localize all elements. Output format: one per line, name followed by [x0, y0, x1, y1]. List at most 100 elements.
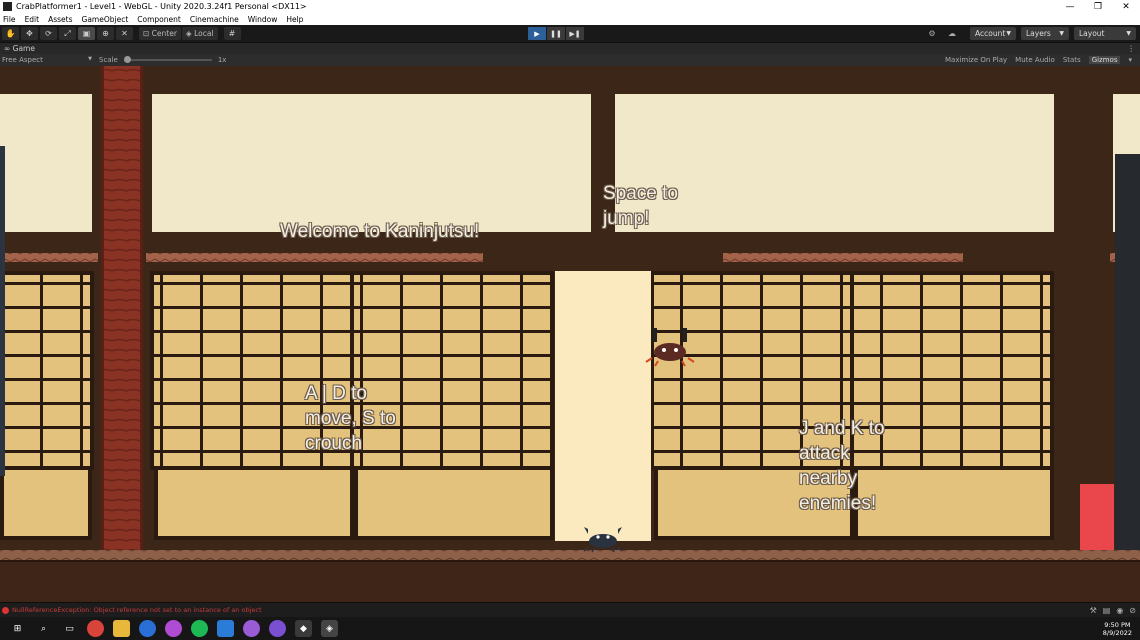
unity-logo-icon	[3, 2, 12, 11]
close-button[interactable]: ✕	[1112, 2, 1140, 12]
account-dropdown[interactable]: Account ▼	[970, 27, 1016, 40]
window-titlebar: CrabPlatformer1 - Level1 - WebGL - Unity…	[0, 0, 1140, 13]
console-status-bar: NullReferenceException: Object reference…	[0, 602, 1140, 617]
welcome-text: Welcome to Kaninjutsu!	[280, 221, 480, 242]
maximize-button[interactable]: ❐	[1084, 2, 1112, 12]
search-icon[interactable]: ⌕	[35, 620, 52, 637]
slider-knob[interactable]	[123, 56, 131, 63]
console-error-message[interactable]: NullReferenceException: Object reference…	[12, 606, 262, 614]
chevron-down-icon: ▼	[1126, 30, 1131, 37]
windows-start-icon[interactable]: ⊞	[9, 620, 26, 637]
pause-button-icon[interactable]: ❚❚	[547, 27, 565, 40]
menu-gameobject[interactable]: GameObject	[82, 15, 129, 24]
rotate-tool-icon[interactable]: ⟳	[40, 27, 57, 40]
floor-base	[0, 560, 1140, 602]
window-controls: — ❐ ✕	[1056, 2, 1140, 12]
menu-cinemachine[interactable]: Cinemachine	[190, 15, 239, 24]
menu-file[interactable]: File	[3, 15, 16, 24]
menu-bar: File Edit Assets GameObject Component Ci…	[0, 13, 1140, 25]
scale-slider[interactable]	[123, 56, 212, 63]
goal-block	[1080, 484, 1114, 552]
scale-value: 1x	[217, 56, 227, 64]
space-toggle[interactable]: ◈ Local	[181, 27, 218, 40]
right-wall-block	[1115, 154, 1140, 554]
chevron-down-icon: ▼	[1006, 30, 1011, 37]
progress-icon[interactable]: ⚒	[1090, 606, 1097, 615]
gizmos-toggle[interactable]: Gizmos	[1088, 56, 1121, 64]
menu-component[interactable]: Component	[137, 15, 181, 24]
play-controls: ▶ ❚❚ ▶❚	[528, 27, 585, 40]
upper-paper-panels	[0, 94, 1140, 232]
maximize-on-play-toggle[interactable]: Maximize On Play	[945, 56, 1007, 64]
browser-icon[interactable]	[139, 620, 156, 637]
clock-date: 8/9/2022	[1102, 628, 1132, 637]
unity-editor-icon[interactable]: ◈	[321, 620, 338, 637]
step-button-icon[interactable]: ▶❚	[566, 27, 584, 40]
chrome-profile-icon[interactable]	[165, 620, 182, 637]
game-tab-bar: ∞ Game ⋮	[0, 42, 1140, 54]
rect-tool-icon[interactable]: ▣	[78, 27, 95, 40]
cloud-icon[interactable]: ☁	[945, 27, 959, 40]
unity-hub-icon[interactable]: ◆	[295, 620, 312, 637]
hand-tool-icon[interactable]: ✋	[2, 27, 19, 40]
task-view-icon[interactable]: ▭	[61, 620, 78, 637]
floor-strip	[0, 550, 1140, 560]
game-scene	[0, 66, 1140, 602]
file-explorer-icon[interactable]	[113, 620, 130, 637]
github-desktop-icon[interactable]	[269, 620, 286, 637]
game-view-toolbar: Free Aspect ▼ Scale 1x Maximize On Play M…	[0, 54, 1140, 66]
stats-toggle[interactable]: Stats	[1063, 56, 1081, 64]
scale-label: Scale	[99, 56, 118, 64]
space-icon: ◈	[185, 29, 195, 38]
menu-window[interactable]: Window	[248, 15, 278, 24]
space-label: Local	[194, 29, 214, 38]
status-icons: ⚒ ▤ ◉ ⊘	[1084, 606, 1136, 615]
scale-tool-icon[interactable]: ⤢	[59, 27, 76, 40]
pivot-label: Center	[151, 29, 177, 38]
jump-hint-text: Space to jump!	[603, 183, 678, 229]
move-tool-icon[interactable]: ✥	[21, 27, 38, 40]
transform-tool-icon[interactable]: ⊕	[97, 27, 114, 40]
left-wall-edge	[0, 146, 5, 476]
layers-dropdown[interactable]: Layers ▼	[1021, 27, 1069, 40]
game-viewport[interactable]: Welcome to Kaninjutsu! Space to jump! A …	[0, 66, 1140, 602]
chevron-down-icon: ▼	[1059, 30, 1064, 37]
pivot-icon: ⊡	[143, 29, 152, 38]
play-button-icon[interactable]: ▶	[528, 27, 546, 40]
pivot-toggle[interactable]: ⊡ Center	[139, 27, 181, 40]
error-icon	[2, 606, 9, 614]
account-label: Account	[975, 29, 1006, 38]
kebab-menu-icon[interactable]: ⋮	[1128, 44, 1136, 53]
wooden-pillar	[101, 66, 143, 552]
aspect-label: Free Aspect	[2, 56, 43, 64]
system-clock[interactable]: 9:50 PM 8/9/2022	[1103, 621, 1132, 637]
collab-icon[interactable]: ⚙	[925, 27, 939, 40]
custom-tool-icon[interactable]: ✕	[116, 27, 133, 40]
vscode-icon[interactable]	[217, 620, 234, 637]
layers-label: Layers	[1026, 29, 1051, 38]
clock-time: 9:50 PM	[1104, 620, 1131, 629]
layout-dropdown[interactable]: Layout ▼	[1074, 27, 1136, 40]
menu-assets[interactable]: Assets	[48, 15, 72, 24]
attack-hint-text: J and K to attack nearby enemies!	[799, 418, 885, 514]
menu-help[interactable]: Help	[286, 15, 303, 24]
right-toolbar: ⚙ ☁ Account ▼ Layers ▼ Layout ▼	[925, 27, 1136, 40]
aspect-dropdown[interactable]: Free Aspect ▼	[0, 56, 95, 64]
spotify-icon[interactable]	[191, 620, 208, 637]
grid-snap-icon[interactable]: #	[223, 27, 241, 40]
settings-icon[interactable]: ⊘	[1129, 606, 1136, 615]
chevron-down-icon[interactable]: ▾	[1128, 56, 1132, 64]
tab-game[interactable]: Game	[13, 44, 35, 53]
chrome-alt-icon[interactable]	[243, 620, 260, 637]
lighting-icon[interactable]: ◉	[1116, 606, 1123, 615]
layout-label: Layout	[1079, 29, 1105, 38]
cache-icon[interactable]: ▤	[1103, 606, 1111, 615]
minimize-button[interactable]: —	[1056, 2, 1084, 12]
open-doorway	[555, 271, 651, 541]
menu-edit[interactable]: Edit	[25, 15, 40, 24]
os-taskbar: ⊞ ⌕ ▭ ◆ ◈ 9:50 PM 8/9/2022	[0, 617, 1140, 640]
move-hint-text: A | D to move, S to crouch	[305, 383, 396, 454]
game-view-options: Maximize On Play Mute Audio Stats Gizmos…	[945, 56, 1140, 64]
mute-audio-toggle[interactable]: Mute Audio	[1015, 56, 1055, 64]
chrome-icon[interactable]	[87, 620, 104, 637]
